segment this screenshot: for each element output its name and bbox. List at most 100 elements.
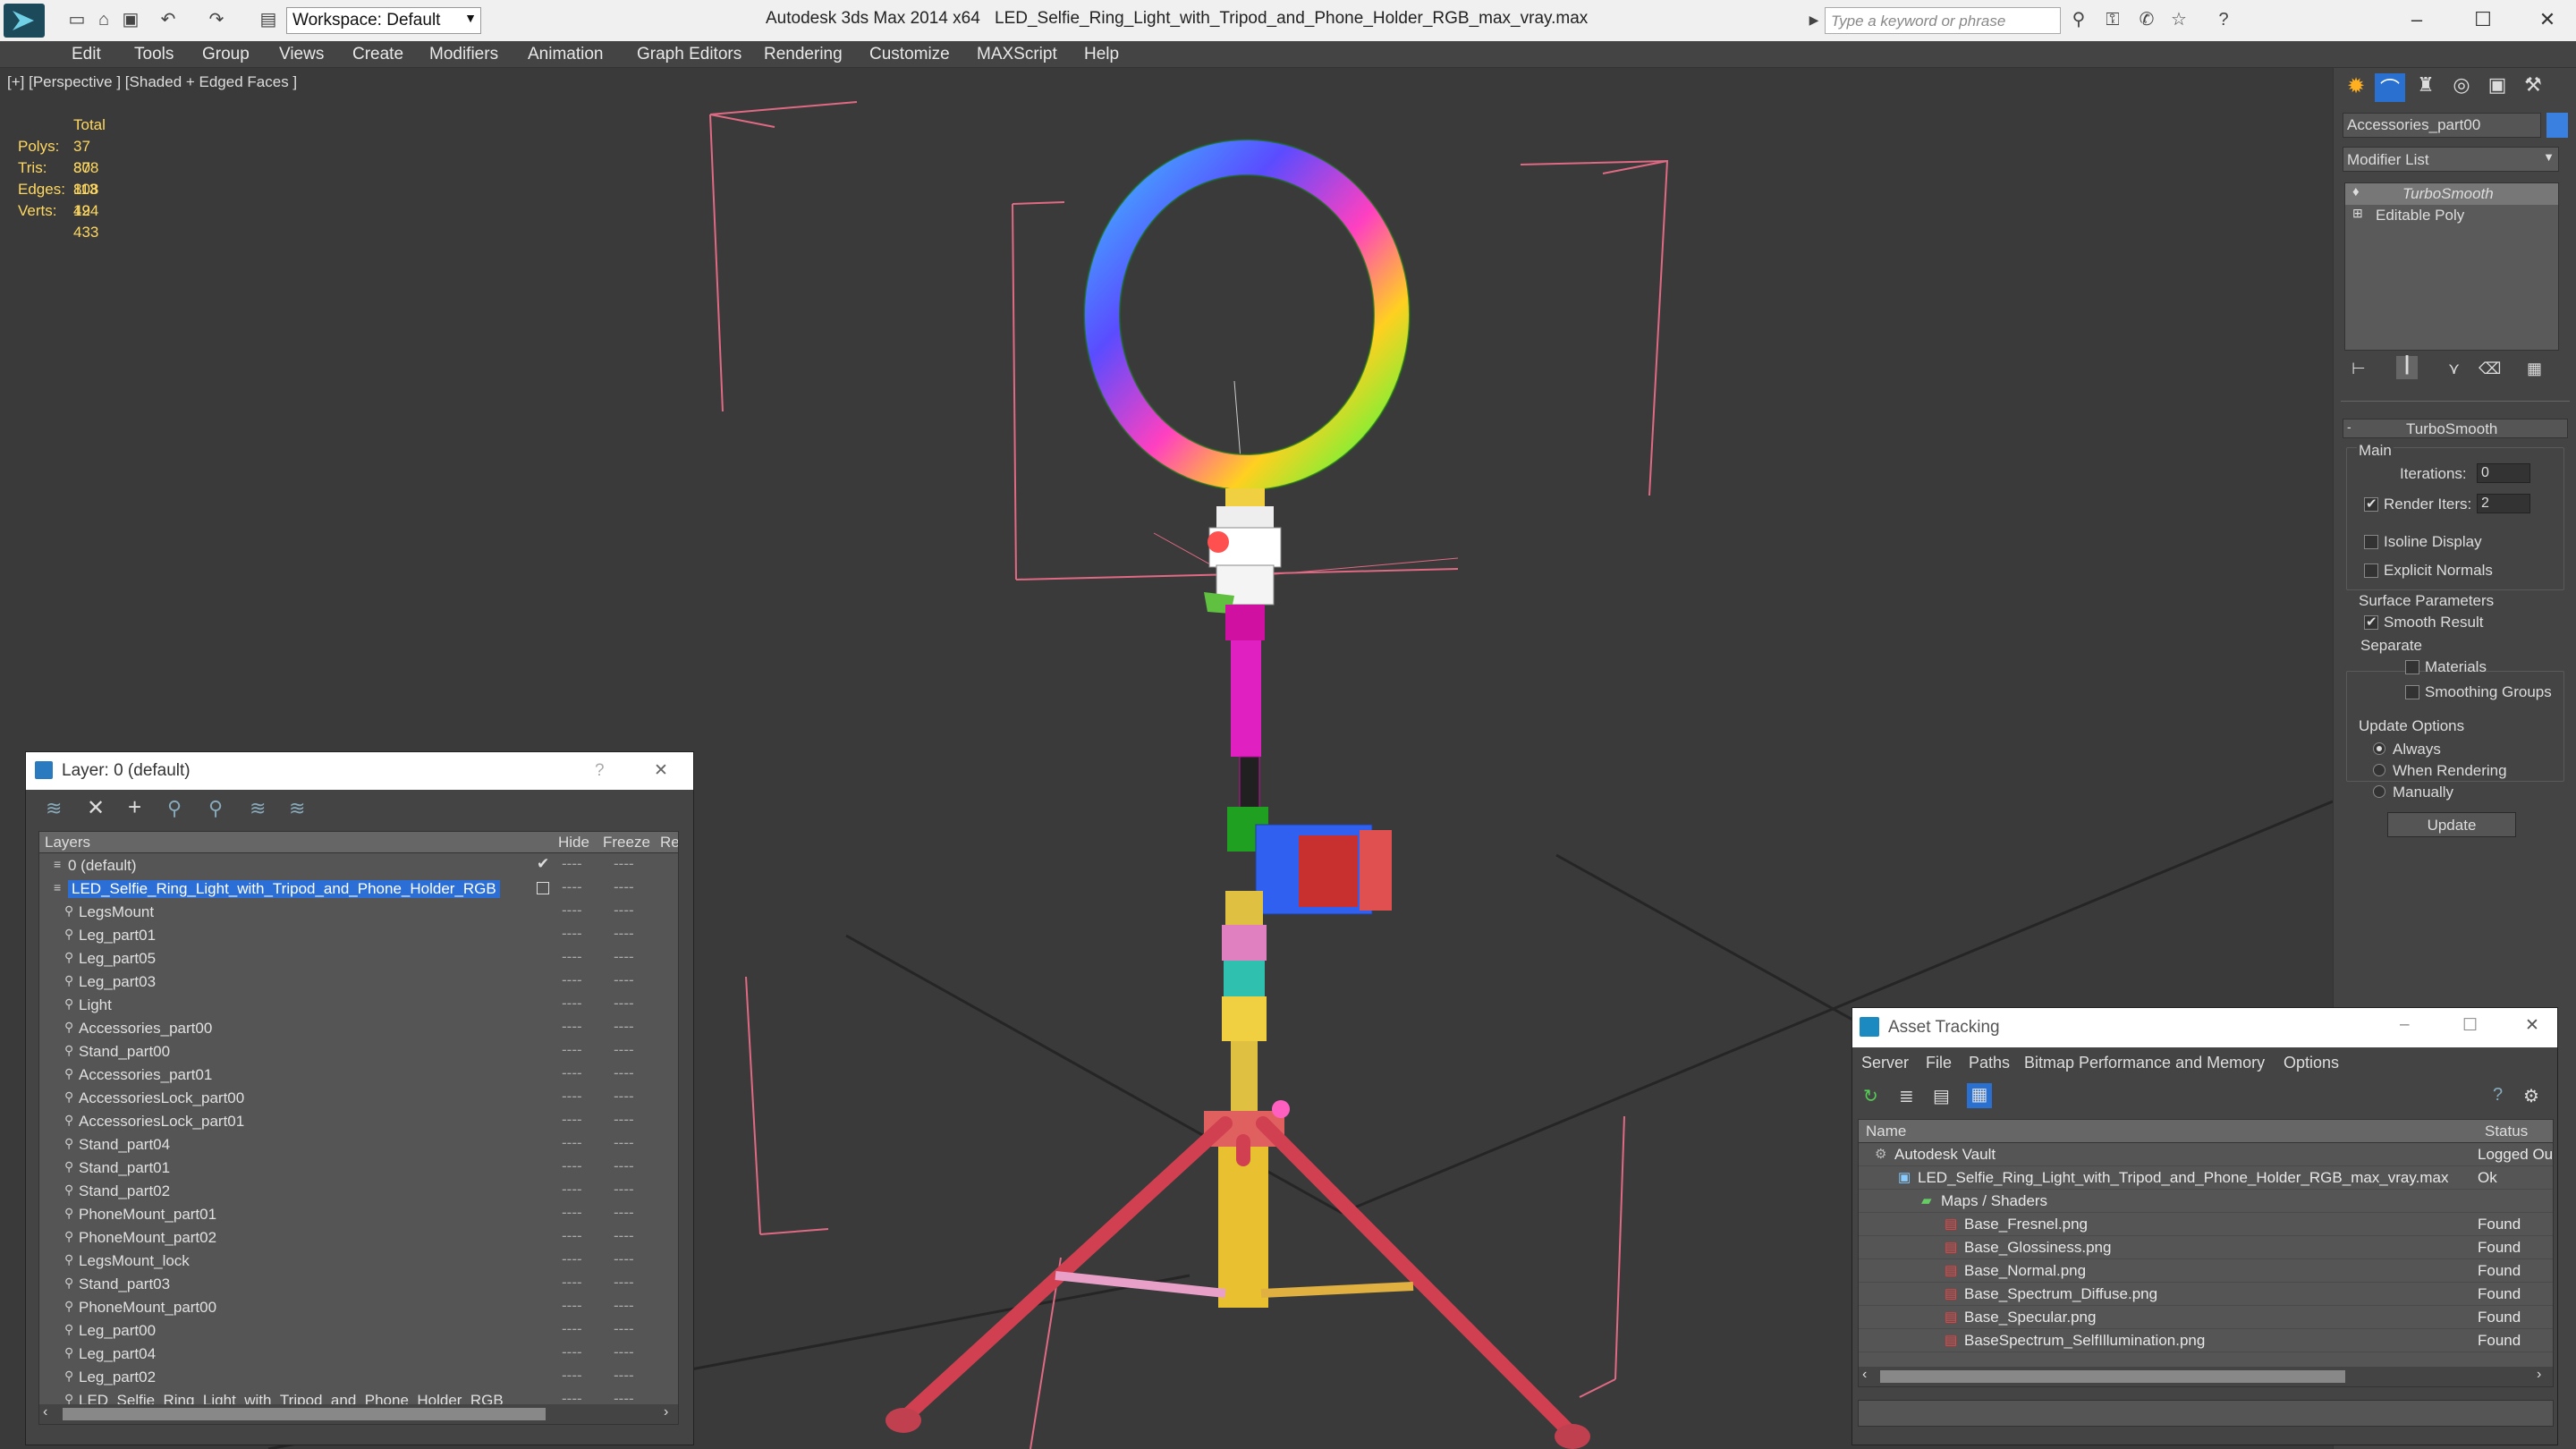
freeze-toggle[interactable]: ---- bbox=[614, 1320, 634, 1338]
settings-icon[interactable]: ⚙ bbox=[2523, 1085, 2539, 1107]
layer-row[interactable]: ⚲ Accessories_part01 ---- ---- bbox=[39, 1064, 678, 1086]
update-button[interactable]: Update bbox=[2387, 812, 2516, 837]
favorites-star-icon[interactable]: ☆ bbox=[2168, 9, 2190, 30]
hide-toggle[interactable]: ---- bbox=[562, 1343, 582, 1361]
menu-graph-editors[interactable]: Graph Editors bbox=[637, 45, 741, 64]
freeze-toggle[interactable]: ---- bbox=[614, 1157, 634, 1175]
help-icon[interactable]: ? bbox=[595, 761, 605, 781]
freeze-all-layers-icon[interactable]: ≋ bbox=[289, 797, 305, 820]
stack-item-editable-poly[interactable]: ⊞ Editable Poly bbox=[2345, 205, 2558, 226]
hide-all-layers-icon[interactable]: ≋ bbox=[250, 797, 266, 820]
redo-icon[interactable]: ↷ bbox=[206, 9, 227, 30]
hide-toggle[interactable]: ---- bbox=[562, 1204, 582, 1222]
scroll-left-icon[interactable]: ‹ bbox=[43, 1404, 47, 1420]
help-icon[interactable]: ? bbox=[2213, 9, 2234, 30]
asset-menu-paths[interactable]: Paths bbox=[1969, 1054, 2010, 1072]
asset-row[interactable]: ▤ BaseSpectrum_SelfIllumination.png Found bbox=[1859, 1329, 2553, 1352]
asset-row[interactable]: ▤ Base_Normal.png Found bbox=[1859, 1259, 2553, 1283]
modify-tab-icon[interactable]: ⌒ bbox=[2375, 73, 2405, 102]
col-render[interactable]: Re bbox=[660, 834, 678, 852]
col-name[interactable]: Name bbox=[1866, 1123, 1906, 1140]
utilities-tab-icon[interactable]: ⚒ bbox=[2518, 73, 2548, 102]
smooth-result-checkbox[interactable] bbox=[2364, 614, 2378, 630]
minimize-icon[interactable]: – bbox=[2399, 5, 2435, 34]
asset-row[interactable]: ▤ Base_Fresnel.png Found bbox=[1859, 1213, 2553, 1236]
freeze-toggle[interactable]: ---- bbox=[614, 1227, 634, 1245]
layer-row[interactable]: ⚲ LegsMount ---- ---- bbox=[39, 902, 678, 923]
always-radio[interactable] bbox=[2373, 742, 2385, 755]
layer-row[interactable]: ⚲ Stand_part04 ---- ---- bbox=[39, 1134, 678, 1156]
col-freeze[interactable]: Freeze bbox=[603, 834, 650, 852]
menu-rendering[interactable]: Rendering bbox=[764, 45, 843, 64]
hide-toggle[interactable]: ---- bbox=[562, 1064, 582, 1082]
menu-customize[interactable]: Customize bbox=[869, 45, 950, 64]
render-iters-spinner[interactable]: 2 bbox=[2477, 494, 2530, 513]
freeze-toggle[interactable]: ---- bbox=[614, 995, 634, 1013]
scroll-left-icon[interactable]: ‹ bbox=[1862, 1367, 1867, 1383]
pin-stack-icon[interactable]: ⊢ bbox=[2351, 360, 2366, 378]
manually-radio[interactable] bbox=[2373, 785, 2385, 798]
asset-row[interactable]: ▤ Base_Spectrum_Diffuse.png Found bbox=[1859, 1283, 2553, 1306]
layer-row[interactable]: ⚲ Stand_part00 ---- ---- bbox=[39, 1041, 678, 1063]
freeze-toggle[interactable]: ---- bbox=[614, 1111, 634, 1129]
freeze-toggle[interactable]: ---- bbox=[614, 855, 634, 873]
subscription-icon[interactable]: ⚿ bbox=[2102, 9, 2123, 30]
menu-modifiers[interactable]: Modifiers bbox=[429, 45, 498, 64]
freeze-toggle[interactable]: ---- bbox=[614, 925, 634, 943]
motion-tab-icon[interactable]: ◎ bbox=[2446, 73, 2477, 102]
col-layers[interactable]: Layers bbox=[45, 834, 90, 852]
hide-toggle[interactable]: ---- bbox=[562, 971, 582, 989]
layer-row[interactable]: ⚲ Leg_part01 ---- ---- bbox=[39, 925, 678, 946]
scroll-right-icon[interactable]: › bbox=[2537, 1367, 2541, 1383]
hide-toggle[interactable]: ---- bbox=[562, 902, 582, 919]
open-file-icon[interactable]: ⌂ bbox=[93, 9, 114, 30]
table-view-icon[interactable]: ▦ bbox=[1967, 1083, 1992, 1108]
freeze-toggle[interactable]: ---- bbox=[614, 1088, 634, 1106]
search-input[interactable]: Type a keyword or phrase bbox=[1825, 7, 2061, 34]
freeze-toggle[interactable]: ---- bbox=[614, 971, 634, 989]
layer-row[interactable]: ⚲ Stand_part03 ---- ---- bbox=[39, 1274, 678, 1295]
menu-maxscript[interactable]: MAXScript bbox=[977, 45, 1057, 64]
layer-row[interactable]: ⚲ Leg_part00 ---- ---- bbox=[39, 1320, 678, 1342]
hide-toggle[interactable]: ---- bbox=[562, 1274, 582, 1292]
search-expand-icon[interactable]: ▶ bbox=[1803, 9, 1825, 30]
asset-row[interactable]: ⚙ Autodesk Vault Logged Ou bbox=[1859, 1143, 2553, 1166]
scrollbar-thumb[interactable] bbox=[1880, 1370, 2345, 1383]
save-file-icon[interactable]: ▣ bbox=[120, 9, 141, 30]
help-icon[interactable]: ? bbox=[2493, 1085, 2503, 1106]
hide-toggle[interactable]: ---- bbox=[562, 1367, 582, 1385]
new-file-icon[interactable]: ▭ bbox=[66, 9, 88, 30]
hide-toggle[interactable]: ---- bbox=[562, 948, 582, 966]
hide-toggle[interactable]: ---- bbox=[562, 1181, 582, 1199]
freeze-toggle[interactable]: ---- bbox=[614, 1343, 634, 1361]
minimize-icon[interactable]: – bbox=[2400, 1015, 2410, 1035]
modifier-list-dropdown[interactable]: Modifier List ▼ bbox=[2343, 147, 2559, 172]
active-layer-box-icon[interactable] bbox=[537, 882, 549, 894]
layer-row[interactable]: ⚲ Light ---- ---- bbox=[39, 995, 678, 1016]
layer-row[interactable]: ⚲ Stand_part01 ---- ---- bbox=[39, 1157, 678, 1179]
freeze-toggle[interactable]: ---- bbox=[614, 1064, 634, 1082]
detail-view-icon[interactable]: ▤ bbox=[1933, 1085, 1950, 1107]
iterations-spinner[interactable]: 0 bbox=[2477, 463, 2530, 483]
freeze-toggle[interactable]: ---- bbox=[614, 1297, 634, 1315]
asset-menu-options[interactable]: Options bbox=[2284, 1054, 2339, 1072]
layer-row[interactable]: ⚲ PhoneMount_part02 ---- ---- bbox=[39, 1227, 678, 1249]
layer-row[interactable]: ⚲ Leg_part04 ---- ---- bbox=[39, 1343, 678, 1365]
hide-toggle[interactable]: ---- bbox=[562, 925, 582, 943]
freeze-toggle[interactable]: ---- bbox=[614, 1204, 634, 1222]
freeze-toggle[interactable]: ---- bbox=[614, 1181, 634, 1199]
layer-row[interactable]: ⚲ Leg_part02 ---- ---- bbox=[39, 1367, 678, 1388]
highlight-layer-icon[interactable]: ⚲ bbox=[208, 797, 223, 820]
render-iters-checkbox[interactable] bbox=[2364, 496, 2378, 512]
create-tab-icon[interactable]: ✹ bbox=[2341, 73, 2371, 102]
layer-row[interactable]: ⚲ AccessoriesLock_part00 ---- ---- bbox=[39, 1088, 678, 1109]
asset-menu-server[interactable]: Server bbox=[1861, 1054, 1909, 1072]
freeze-toggle[interactable]: ---- bbox=[614, 1134, 634, 1152]
horizontal-scrollbar[interactable]: ‹ › bbox=[39, 1404, 678, 1424]
layer-row[interactable]: ⚲ PhoneMount_part01 ---- ---- bbox=[39, 1204, 678, 1225]
hide-toggle[interactable]: ---- bbox=[562, 855, 582, 873]
asset-path-field[interactable] bbox=[1858, 1400, 2554, 1427]
hide-toggle[interactable]: ---- bbox=[562, 1157, 582, 1175]
hide-toggle[interactable]: ---- bbox=[562, 1018, 582, 1036]
layer-row[interactable]: ≡ LED_Selfie_Ring_Light_with_Tripod_and_P… bbox=[39, 878, 678, 900]
